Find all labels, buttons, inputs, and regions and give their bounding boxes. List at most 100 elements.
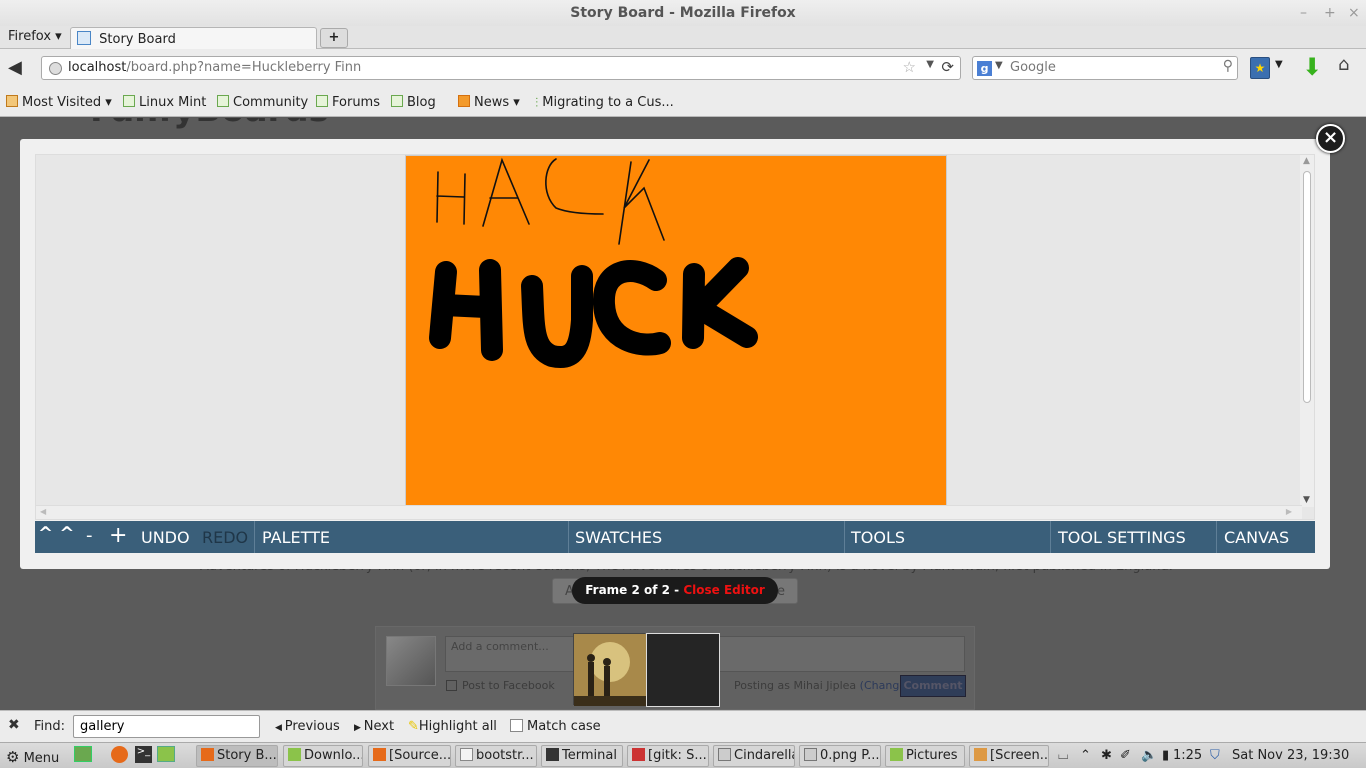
bookmark-blog[interactable]: Blog — [391, 95, 436, 110]
find-next-button[interactable]: ▶ Next — [354, 719, 394, 734]
bookmark-community[interactable]: Community — [217, 95, 308, 110]
swatches-tab[interactable]: SWATCHES — [575, 528, 662, 547]
window-titlebar: Story Board - Mozilla Firefox — [0, 0, 1366, 26]
reload-icon[interactable]: ⟳ — [941, 58, 954, 76]
folder-icon — [288, 748, 301, 761]
canvas-tab[interactable]: CANVAS — [1224, 528, 1289, 547]
clock-time: 1:25 — [1173, 748, 1203, 763]
firefox-menu-button[interactable]: Firefox ▾ — [8, 29, 62, 44]
horizontal-scrollbar[interactable]: ◀ ▶ — [36, 505, 1302, 519]
task-source[interactable]: [Source... — [368, 745, 451, 767]
scroll-left-arrow-icon[interactable]: ◀ — [40, 507, 46, 516]
match-case-checkbox[interactable]: Match case — [510, 719, 601, 734]
show-desktop-icon[interactable] — [74, 746, 92, 762]
firefox-launcher-icon[interactable] — [111, 746, 128, 763]
google-engine-icon[interactable]: g — [977, 61, 992, 76]
bookmarks-dropdown-icon[interactable]: ▼ — [1275, 59, 1283, 81]
task-cindarella[interactable]: Cindarella — [713, 745, 795, 767]
bookmarks-menu-icon[interactable]: ★ — [1250, 57, 1270, 79]
back-arrow-icon[interactable]: ◀ — [8, 57, 22, 78]
frame-thumbnail-2[interactable] — [646, 633, 720, 707]
frame-thumbnail-1[interactable] — [573, 633, 646, 706]
clock-date[interactable]: Sat Nov 23, 19:30 — [1232, 748, 1349, 763]
toolbar-divider — [1050, 521, 1051, 553]
comment-button[interactable]: Comment — [900, 675, 966, 697]
bookmark-news[interactable]: News ▾ — [458, 95, 520, 110]
task-downloads[interactable]: Downlo... — [283, 745, 363, 767]
zoom-out-button[interactable]: - — [86, 525, 93, 546]
toolbar-divider — [844, 521, 845, 553]
bookmark-migrating[interactable]: ⫶ Migrating to a Cus... — [535, 95, 674, 111]
url-bar[interactable]: localhost/board.php?name=Huckleberry Fin… — [41, 56, 961, 80]
avatar — [386, 636, 436, 686]
collapse-toolbar-button[interactable]: ^ ^ — [38, 523, 74, 544]
find-previous-button[interactable]: ◀ Previous — [275, 719, 340, 734]
close-modal-icon[interactable]: × — [1316, 124, 1345, 153]
redo-button[interactable]: REDO — [202, 528, 248, 547]
task-gitk[interactable]: [gitk: S... — [627, 745, 709, 767]
frame-counter: Frame 2 of 2 - — [585, 583, 684, 597]
update-shield-icon[interactable]: ⛉ — [1210, 748, 1220, 763]
close-editor-link[interactable]: Close Editor — [683, 583, 764, 597]
bookmark-star-icon[interactable]: ☆ — [903, 58, 916, 76]
minimize-button[interactable]: – — [1300, 0, 1307, 26]
checkbox-box[interactable] — [510, 719, 523, 732]
posting-as-text: Posting as Mihai Jiplea (Change) — [734, 679, 910, 692]
mint-icon — [316, 95, 328, 107]
url-host: localhost — [68, 60, 127, 75]
close-window-button[interactable]: × — [1348, 0, 1360, 26]
terminal-launcher-icon[interactable]: >_ — [135, 746, 152, 763]
download-arrow-icon[interactable]: ⬇ — [1302, 53, 1322, 81]
search-bar[interactable]: g ▼ Google ⚲ — [972, 56, 1238, 80]
home-icon[interactable]: ⌂ — [1338, 54, 1349, 76]
url-history-dropdown-icon[interactable]: ▼ — [926, 59, 934, 70]
scroll-up-arrow-icon[interactable]: ▲ — [1303, 156, 1310, 166]
bookmark-label: Blog — [407, 95, 436, 110]
battery-icon[interactable]: ▮ — [1162, 748, 1169, 763]
tool-settings-tab[interactable]: TOOL SETTINGS — [1058, 528, 1186, 547]
tray-expand-icon[interactable]: ⌃ — [1080, 748, 1091, 763]
bookmark-linux-mint[interactable]: Linux Mint — [123, 95, 206, 110]
scrollbar-thumb[interactable] — [1303, 171, 1311, 403]
task-bootstrap[interactable]: bootstr... — [455, 745, 537, 767]
keyboard-icon[interactable]: ⌴ — [1058, 748, 1068, 763]
task-terminal[interactable]: Terminal — [541, 745, 623, 767]
tools-tab[interactable]: TOOLS — [851, 528, 905, 547]
task-story-board[interactable]: Story B... — [196, 745, 278, 767]
drawing-canvas[interactable] — [405, 155, 947, 506]
undo-button[interactable]: UNDO — [141, 528, 190, 547]
task-pictures[interactable]: Pictures — [885, 745, 965, 767]
search-magnifier-icon[interactable]: ⚲ — [1223, 58, 1233, 74]
close-findbar-icon[interactable]: ✖ — [8, 717, 20, 733]
gitk-icon — [632, 748, 645, 761]
find-input[interactable] — [73, 715, 260, 738]
tab-story-board[interactable]: Story Board — [70, 27, 317, 50]
zoom-in-button[interactable]: + — [109, 523, 127, 548]
bookmark-forums[interactable]: Forums — [316, 95, 380, 110]
maximize-button[interactable]: + — [1324, 0, 1336, 26]
task-screenshot[interactable]: [Screen... — [969, 745, 1049, 767]
task-0-png[interactable]: 0.png P... — [799, 745, 881, 767]
search-placeholder: Google — [1010, 60, 1056, 75]
volume-icon[interactable]: 🔈 — [1141, 748, 1157, 763]
scroll-down-arrow-icon[interactable]: ▼ — [1303, 495, 1310, 505]
start-menu-button[interactable]: ⚙ Menu — [6, 748, 59, 766]
find-label: Find: — [34, 719, 66, 734]
toolbar-divider — [254, 521, 255, 553]
mint-icon — [123, 95, 135, 107]
mint-icon — [217, 95, 229, 107]
files-launcher-icon[interactable] — [157, 746, 175, 762]
scroll-right-arrow-icon[interactable]: ▶ — [1286, 507, 1292, 516]
new-tab-button[interactable]: + — [320, 28, 348, 48]
engine-dropdown-icon[interactable]: ▼ — [995, 60, 1003, 71]
palette-tab[interactable]: PALETTE — [262, 528, 330, 547]
next-arrow-icon: ▶ — [354, 723, 364, 733]
highlight-all-button[interactable]: ✎Highlight all — [408, 719, 497, 734]
bookmark-most-visited[interactable]: Most Visited ▾ — [6, 95, 112, 110]
vertical-scrollbar[interactable]: ▲ ▼ — [1300, 155, 1314, 507]
post-to-facebook-checkbox[interactable]: Post to Facebook — [446, 679, 555, 692]
bookmark-label: News ▾ — [474, 95, 520, 110]
network-icon[interactable]: ✐ — [1120, 748, 1131, 763]
bookmark-label: Migrating to a Cus... — [542, 95, 674, 110]
bluetooth-icon[interactable]: ✱ — [1101, 748, 1112, 763]
